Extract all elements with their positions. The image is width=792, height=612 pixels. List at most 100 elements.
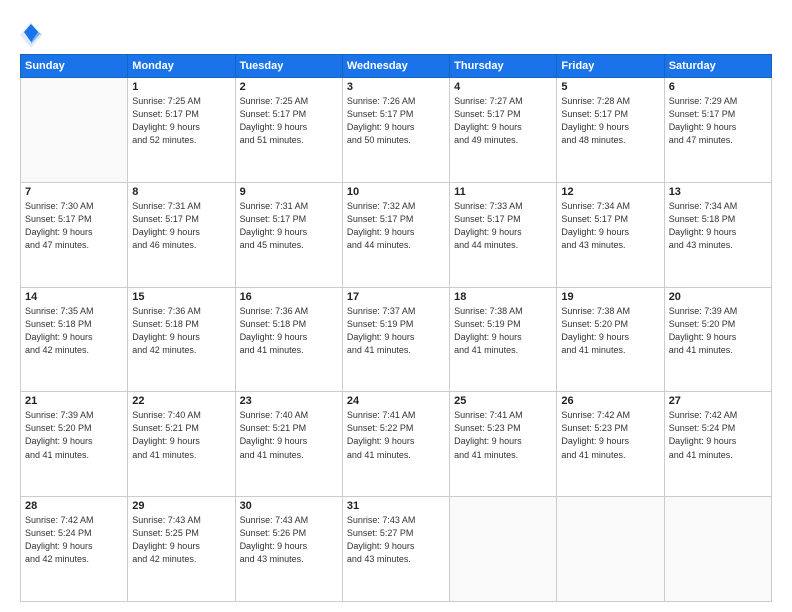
calendar-cell: 11 Sunrise: 7:33 AM Sunset: 5:17 PM Dayli… [450,182,557,287]
day-number: 24 [347,395,445,407]
cell-info: Sunrise: 7:36 AM Sunset: 5:18 PM Dayligh… [240,305,338,357]
cell-info: Sunrise: 7:41 AM Sunset: 5:22 PM Dayligh… [347,409,445,461]
week-row: 28 Sunrise: 7:42 AM Sunset: 5:24 PM Dayli… [21,497,772,602]
day-number: 21 [25,395,123,407]
day-header: Wednesday [342,55,449,78]
cell-info: Sunrise: 7:41 AM Sunset: 5:23 PM Dayligh… [454,409,552,461]
day-number: 31 [347,500,445,512]
day-header: Tuesday [235,55,342,78]
day-number: 25 [454,395,552,407]
day-number: 15 [132,291,230,303]
week-row: 14 Sunrise: 7:35 AM Sunset: 5:18 PM Dayli… [21,287,772,392]
day-number: 16 [240,291,338,303]
cell-info: Sunrise: 7:34 AM Sunset: 5:17 PM Dayligh… [561,200,659,252]
day-number: 28 [25,500,123,512]
cell-info: Sunrise: 7:40 AM Sunset: 5:21 PM Dayligh… [132,409,230,461]
day-number: 2 [240,81,338,93]
calendar-cell: 16 Sunrise: 7:36 AM Sunset: 5:18 PM Dayli… [235,287,342,392]
calendar-cell: 23Sunrise: 7:40 AM Sunset: 5:21 PM Dayli… [235,392,342,497]
day-number: 29 [132,500,230,512]
day-number: 11 [454,186,552,198]
day-number: 17 [347,291,445,303]
day-number: 12 [561,186,659,198]
calendar-cell: 28 Sunrise: 7:42 AM Sunset: 5:24 PM Dayli… [21,497,128,602]
day-header: Friday [557,55,664,78]
calendar-cell: 4 Sunrise: 7:27 AM Sunset: 5:17 PM Daylig… [450,78,557,183]
cell-info: Sunrise: 7:38 AM Sunset: 5:20 PM Dayligh… [561,305,659,357]
week-row: 21 Sunrise: 7:39 AM Sunset: 5:20 PM Dayli… [21,392,772,497]
calendar-cell: 9 Sunrise: 7:31 AM Sunset: 5:17 PM Daylig… [235,182,342,287]
calendar-cell: 2 Sunrise: 7:25 AM Sunset: 5:17 PM Daylig… [235,78,342,183]
calendar-cell: 1Sunrise: 7:25 AM Sunset: 5:17 PM Daylig… [128,78,235,183]
calendar-cell: 26Sunrise: 7:42 AM Sunset: 5:23 PM Dayli… [557,392,664,497]
cell-info: Sunrise: 7:25 AM Sunset: 5:17 PM Dayligh… [132,95,230,147]
page: SundayMondayTuesdayWednesdayThursdayFrid… [0,0,792,612]
header [20,18,772,48]
day-number: 18 [454,291,552,303]
cell-info: Sunrise: 7:38 AM Sunset: 5:19 PM Dayligh… [454,305,552,357]
day-header: Monday [128,55,235,78]
cell-info: Sunrise: 7:39 AM Sunset: 5:20 PM Dayligh… [669,305,767,357]
day-number: 20 [669,291,767,303]
cell-info: Sunrise: 7:42 AM Sunset: 5:24 PM Dayligh… [25,514,123,566]
day-number: 5 [561,81,659,93]
day-number: 13 [669,186,767,198]
day-number: 19 [561,291,659,303]
cell-info: Sunrise: 7:29 AM Sunset: 5:17 PM Dayligh… [669,95,767,147]
cell-info: Sunrise: 7:25 AM Sunset: 5:17 PM Dayligh… [240,95,338,147]
calendar-cell: 3 Sunrise: 7:26 AM Sunset: 5:17 PM Daylig… [342,78,449,183]
calendar-cell: 31 Sunrise: 7:43 AM Sunset: 5:27 PM Dayli… [342,497,449,602]
day-number: 9 [240,186,338,198]
calendar-cell: 7 Sunrise: 7:30 AM Sunset: 5:17 PM Daylig… [21,182,128,287]
calendar-cell: 21 Sunrise: 7:39 AM Sunset: 5:20 PM Dayli… [21,392,128,497]
cell-info: Sunrise: 7:27 AM Sunset: 5:17 PM Dayligh… [454,95,552,147]
calendar-cell: 14 Sunrise: 7:35 AM Sunset: 5:18 PM Dayli… [21,287,128,392]
calendar-cell [21,78,128,183]
header-row: SundayMondayTuesdayWednesdayThursdayFrid… [21,55,772,78]
calendar-cell: 22 Sunrise: 7:40 AM Sunset: 5:21 PM Dayli… [128,392,235,497]
day-header: Sunday [21,55,128,78]
calendar-cell: 24 Sunrise: 7:41 AM Sunset: 5:22 PM Dayli… [342,392,449,497]
day-number: 22 [132,395,230,407]
cell-info: Sunrise: 7:35 AM Sunset: 5:18 PM Dayligh… [25,305,123,357]
day-header: Thursday [450,55,557,78]
day-number: 14 [25,291,123,303]
cell-info: Sunrise: 7:40 AM Sunset: 5:21 PM Dayligh… [240,409,338,461]
logo-icon [20,22,42,48]
day-number: 3 [347,81,445,93]
calendar-cell: 20 Sunrise: 7:39 AM Sunset: 5:20 PM Dayli… [664,287,771,392]
cell-info: Sunrise: 7:30 AM Sunset: 5:17 PM Dayligh… [25,200,123,252]
calendar-cell: 30Sunrise: 7:43 AM Sunset: 5:26 PM Dayli… [235,497,342,602]
cell-info: Sunrise: 7:31 AM Sunset: 5:17 PM Dayligh… [240,200,338,252]
cell-info: Sunrise: 7:43 AM Sunset: 5:25 PM Dayligh… [132,514,230,566]
calendar-cell: 18 Sunrise: 7:38 AM Sunset: 5:19 PM Dayli… [450,287,557,392]
day-number: 10 [347,186,445,198]
day-number: 26 [561,395,659,407]
week-row: 7 Sunrise: 7:30 AM Sunset: 5:17 PM Daylig… [21,182,772,287]
calendar-cell [664,497,771,602]
day-number: 7 [25,186,123,198]
cell-info: Sunrise: 7:28 AM Sunset: 5:17 PM Dayligh… [561,95,659,147]
calendar-cell: 25 Sunrise: 7:41 AM Sunset: 5:23 PM Dayli… [450,392,557,497]
cell-info: Sunrise: 7:39 AM Sunset: 5:20 PM Dayligh… [25,409,123,461]
day-number: 8 [132,186,230,198]
day-number: 27 [669,395,767,407]
calendar-cell: 15Sunrise: 7:36 AM Sunset: 5:18 PM Dayli… [128,287,235,392]
calendar-cell: 13 Sunrise: 7:34 AM Sunset: 5:18 PM Dayli… [664,182,771,287]
calendar-cell: 17 Sunrise: 7:37 AM Sunset: 5:19 PM Dayli… [342,287,449,392]
calendar-cell [450,497,557,602]
calendar-cell: 29 Sunrise: 7:43 AM Sunset: 5:25 PM Dayli… [128,497,235,602]
cell-info: Sunrise: 7:34 AM Sunset: 5:18 PM Dayligh… [669,200,767,252]
day-number: 30 [240,500,338,512]
cell-info: Sunrise: 7:37 AM Sunset: 5:19 PM Dayligh… [347,305,445,357]
calendar-cell: 8Sunrise: 7:31 AM Sunset: 5:17 PM Daylig… [128,182,235,287]
day-number: 4 [454,81,552,93]
cell-info: Sunrise: 7:32 AM Sunset: 5:17 PM Dayligh… [347,200,445,252]
logo [20,22,46,48]
cell-info: Sunrise: 7:43 AM Sunset: 5:27 PM Dayligh… [347,514,445,566]
cell-info: Sunrise: 7:26 AM Sunset: 5:17 PM Dayligh… [347,95,445,147]
calendar-cell: 5 Sunrise: 7:28 AM Sunset: 5:17 PM Daylig… [557,78,664,183]
calendar-cell: 27 Sunrise: 7:42 AM Sunset: 5:24 PM Dayli… [664,392,771,497]
cell-info: Sunrise: 7:42 AM Sunset: 5:24 PM Dayligh… [669,409,767,461]
cell-info: Sunrise: 7:33 AM Sunset: 5:17 PM Dayligh… [454,200,552,252]
